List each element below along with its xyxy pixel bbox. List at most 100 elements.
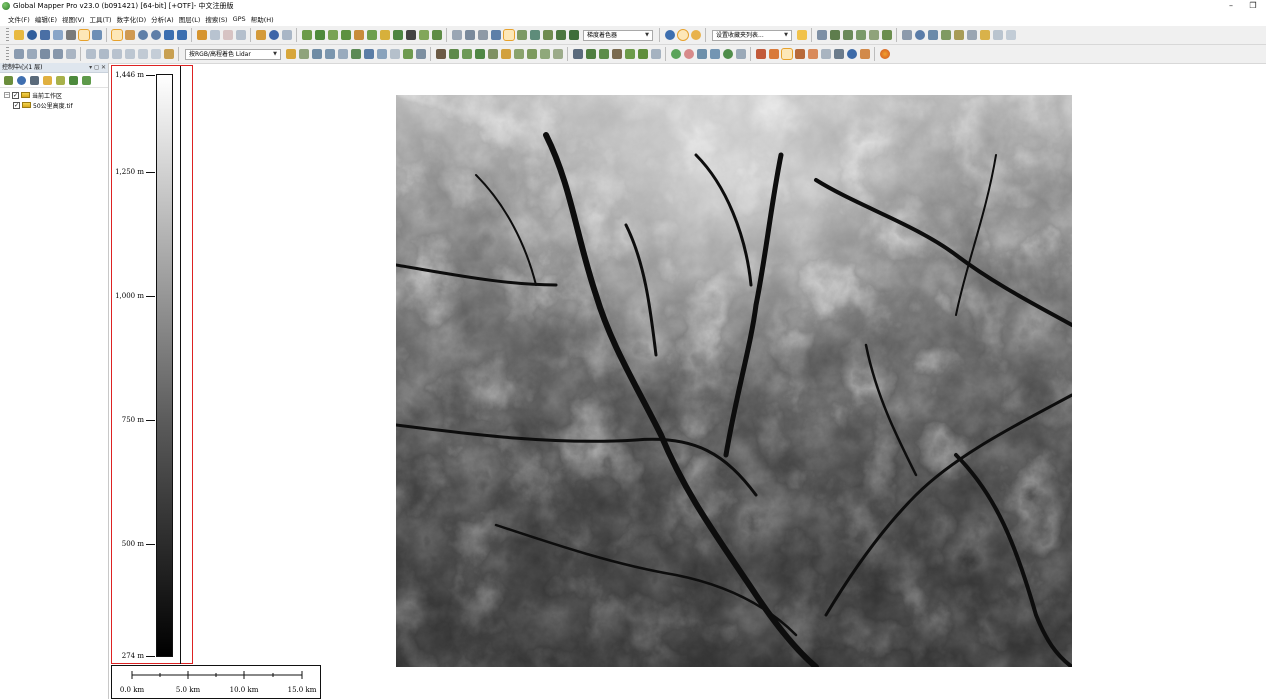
- terrain-analysis-icon[interactable]: [301, 30, 312, 40]
- path-profile-icon[interactable]: [940, 30, 951, 40]
- shader-settings-icon[interactable]: [464, 30, 475, 40]
- mesh-icon[interactable]: [611, 49, 622, 59]
- terrain-3d-icon[interactable]: [585, 49, 596, 59]
- pin-edit-icon[interactable]: [794, 49, 805, 59]
- volume-icon[interactable]: [366, 30, 377, 40]
- online-data-globe-icon[interactable]: [664, 30, 675, 40]
- globe-icon[interactable]: [26, 30, 37, 40]
- pin-delete-icon[interactable]: [859, 49, 870, 59]
- track-icon[interactable]: [572, 49, 583, 59]
- building-icon[interactable]: [487, 49, 498, 59]
- volume-calc-icon[interactable]: [539, 49, 550, 59]
- menu-edit[interactable]: 编辑(E): [35, 14, 57, 24]
- menu-help[interactable]: 帮助(H): [251, 14, 274, 24]
- gps-track-icon[interactable]: [709, 49, 720, 59]
- draw-curve-icon[interactable]: [98, 49, 109, 59]
- combine-terrain-icon[interactable]: [392, 30, 403, 40]
- powerline-icon[interactable]: [513, 49, 524, 59]
- water-level-icon[interactable]: [542, 30, 553, 40]
- terrain-mountain-icon[interactable]: [568, 30, 579, 40]
- digitize-point-icon[interactable]: [855, 30, 866, 40]
- draw-rectangle-icon[interactable]: [124, 49, 135, 59]
- smooth-icon[interactable]: [624, 49, 635, 59]
- camera-icon[interactable]: [833, 49, 844, 59]
- menu-search[interactable]: 搜索(S): [205, 14, 227, 24]
- menu-gps[interactable]: GPS: [233, 15, 246, 23]
- edit-vertex-icon[interactable]: [901, 30, 912, 40]
- copy-icon[interactable]: [235, 30, 246, 40]
- workspace-icon[interactable]: [52, 30, 63, 40]
- menu-analysis[interactable]: 分析(A): [151, 14, 174, 24]
- resize-icon[interactable]: [26, 49, 37, 59]
- restore-button[interactable]: ❐: [1242, 0, 1264, 12]
- elevation-legend-icon[interactable]: [529, 30, 540, 40]
- lidar-ground-icon[interactable]: [350, 49, 361, 59]
- compass-icon[interactable]: [780, 48, 793, 60]
- draw-circle-icon[interactable]: [137, 49, 148, 59]
- sun-shader-icon[interactable]: [676, 29, 689, 41]
- tower-icon[interactable]: [500, 49, 511, 59]
- gps-settings-icon[interactable]: [735, 49, 746, 59]
- surface-icon[interactable]: [598, 49, 609, 59]
- 3d-view-icon[interactable]: [490, 30, 501, 40]
- digitize-line-icon[interactable]: [816, 30, 827, 40]
- map-view[interactable]: [396, 95, 1072, 667]
- move-icon[interactable]: [13, 49, 24, 59]
- profile-icon[interactable]: [353, 30, 364, 40]
- favorites-select[interactable]: 设置收藏夹列表... ▼: [712, 29, 792, 41]
- terrain-aspect-icon[interactable]: [461, 49, 472, 59]
- pin-icon[interactable]: [755, 49, 766, 59]
- lidar-triangle-icon[interactable]: [363, 49, 374, 59]
- tree-icon[interactable]: [474, 49, 485, 59]
- target-icon[interactable]: [914, 30, 925, 40]
- digitize-path-icon[interactable]: [829, 30, 840, 40]
- ruler-icon[interactable]: [163, 49, 174, 59]
- layer-visibility-icon[interactable]: [69, 75, 78, 85]
- layer-checkbox[interactable]: ✓: [12, 91, 19, 99]
- lidar-select-icon[interactable]: [389, 49, 400, 59]
- select-pointer-icon[interactable]: [110, 29, 123, 41]
- control-center-icon[interactable]: [77, 29, 90, 41]
- label-icon[interactable]: [979, 30, 990, 40]
- play-icon[interactable]: [670, 49, 681, 59]
- search-feature-icon[interactable]: [281, 30, 292, 40]
- contour-icon[interactable]: [327, 30, 338, 40]
- draw-text-icon[interactable]: [150, 49, 161, 59]
- pin-search-icon[interactable]: [807, 49, 818, 59]
- toolbar-grip[interactable]: [6, 28, 9, 42]
- check-icon[interactable]: [992, 30, 1003, 40]
- split-icon[interactable]: [65, 49, 76, 59]
- color-wheel-icon[interactable]: [879, 49, 890, 59]
- moon-shader-icon[interactable]: [690, 30, 701, 40]
- cross-section-icon[interactable]: [526, 49, 537, 59]
- flag-icon[interactable]: [966, 30, 977, 40]
- feature-edit-icon[interactable]: [209, 30, 220, 40]
- tree-item-layer[interactable]: ✓ 50公里高度.tif: [0, 100, 108, 110]
- brush-icon[interactable]: [953, 30, 964, 40]
- layout-icon[interactable]: [451, 30, 462, 40]
- layer-list-icon[interactable]: [30, 75, 39, 85]
- watershed-icon[interactable]: [340, 30, 351, 40]
- peak-icon[interactable]: [435, 49, 446, 59]
- lidar-search-icon[interactable]: [324, 49, 335, 59]
- lidar-query-icon[interactable]: [311, 49, 322, 59]
- info-icon[interactable]: [268, 30, 279, 40]
- layer-filter-icon[interactable]: [56, 75, 65, 85]
- light-direction-icon[interactable]: [477, 30, 488, 40]
- menu-file[interactable]: 文件(F): [8, 14, 30, 24]
- web-globe-icon[interactable]: [846, 49, 857, 59]
- lidar-terrain-icon[interactable]: [431, 30, 442, 40]
- hillshade-icon[interactable]: [502, 29, 515, 41]
- grid-icon[interactable]: [379, 30, 390, 40]
- layer-checkbox[interactable]: ✓: [13, 101, 20, 109]
- record-icon[interactable]: [683, 49, 694, 59]
- menu-layer[interactable]: 图层(L): [179, 14, 201, 24]
- digitize-area-icon[interactable]: [842, 30, 853, 40]
- open-folder-icon[interactable]: [13, 30, 24, 40]
- collapse-icon[interactable]: −: [4, 92, 10, 98]
- zoom-in-icon[interactable]: [137, 30, 148, 40]
- rotate-icon[interactable]: [39, 49, 50, 59]
- lidar-classify-icon[interactable]: [298, 49, 309, 59]
- draw-line-icon[interactable]: [85, 49, 96, 59]
- fill-sinks-icon[interactable]: [637, 49, 648, 59]
